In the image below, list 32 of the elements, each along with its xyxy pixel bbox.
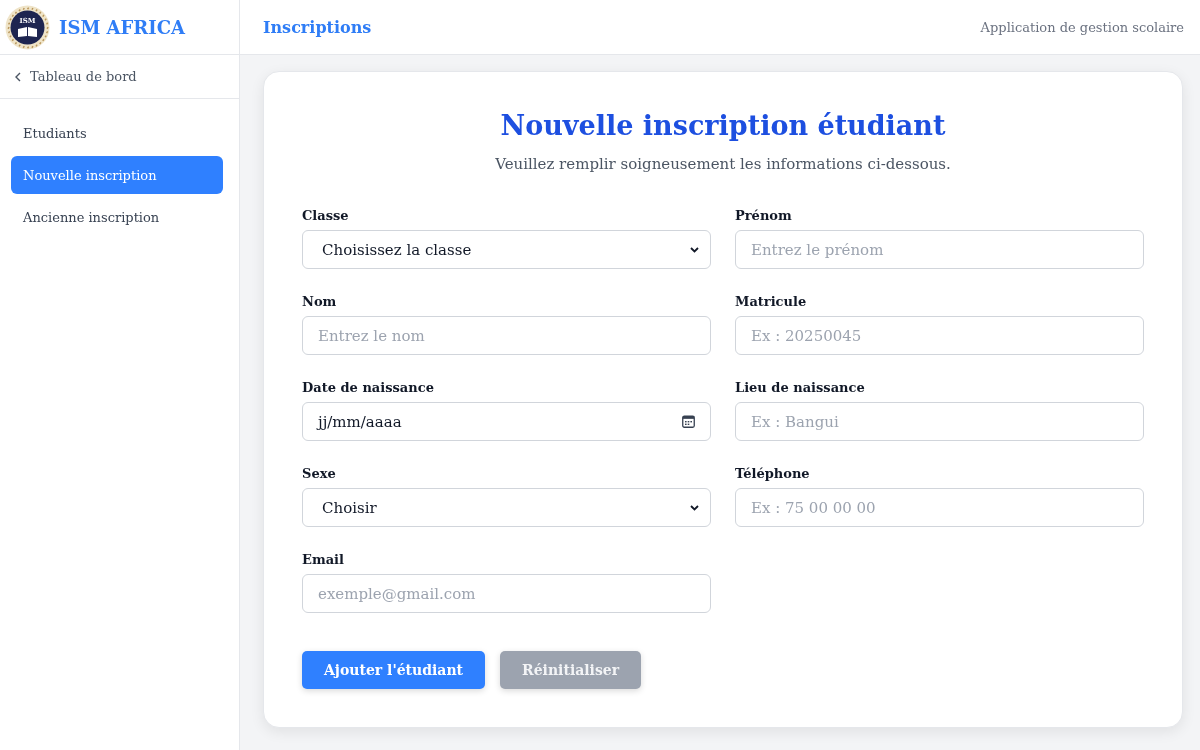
- caret-icon: [690, 504, 699, 511]
- chevron-left-icon: [14, 71, 22, 82]
- calendar-icon: [682, 415, 695, 428]
- field-label: Nom: [302, 293, 337, 311]
- input-field[interactable]: Entrez le prénom: [735, 230, 1144, 269]
- select-field[interactable]: Choisissez la classe: [302, 230, 711, 269]
- input-field[interactable]: Ex : Bangui: [735, 402, 1144, 441]
- add-button[interactable]: Ajouter l'étudiant: [302, 651, 486, 689]
- select-field[interactable]: Choisir: [302, 488, 711, 527]
- field-label: Matricule: [735, 293, 807, 311]
- caret-icon: [690, 246, 699, 253]
- back-link[interactable]: Tableau de bord: [14, 69, 137, 84]
- field-label: Classe: [302, 207, 349, 225]
- brand-name: ISM AFRICA: [59, 16, 186, 38]
- field-label: Téléphone: [735, 465, 810, 483]
- form-title: Nouvelle inscription étudiant: [499, 109, 947, 143]
- field-label: Prénom: [735, 207, 792, 225]
- sidebar-item[interactable]: Ancienne inscription: [11, 198, 223, 236]
- input-field[interactable]: Ex : 20250045: [735, 316, 1144, 355]
- field-label: Email: [302, 551, 344, 569]
- sidebar-item[interactable]: Etudiants: [11, 114, 223, 152]
- page-title: Inscriptions: [263, 17, 372, 37]
- input-field[interactable]: Entrez le nom: [302, 316, 711, 355]
- input-field[interactable]: Ex : 75 00 00 00: [735, 488, 1144, 527]
- input-field[interactable]: exemple@gmail.com: [302, 574, 711, 613]
- app-subtitle: Application de gestion scolaire: [980, 19, 1184, 35]
- sidebar-item[interactable]: Nouvelle inscription: [11, 156, 223, 194]
- field-label: Date de naissance: [302, 379, 434, 397]
- field-label: Sexe: [302, 465, 336, 483]
- form-subtitle: Veuillez remplir soigneusement les informations ci-dessous.: [494, 154, 952, 175]
- date-field[interactable]: jj/mm/aaaa: [302, 402, 711, 441]
- field-label: Lieu de naissance: [735, 379, 865, 397]
